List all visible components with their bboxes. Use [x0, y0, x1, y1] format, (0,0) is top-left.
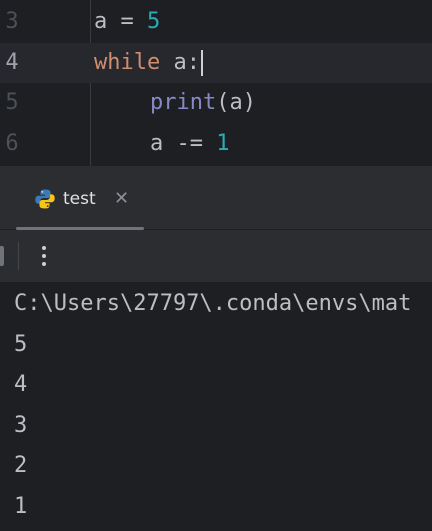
code-line[interactable]: 5 print(a)	[0, 83, 432, 123]
console-output-line: 3	[14, 413, 28, 438]
code-token: a:	[160, 50, 200, 75]
code-token: a -=	[150, 131, 217, 156]
ide-window: 3 a = 5 4 while a: 5 print(a) 6 a -= 1 t…	[0, 0, 432, 531]
console-output-line: 1	[14, 494, 28, 519]
number-literal: 1	[216, 131, 230, 156]
code-line[interactable]: 6 a -= 1	[0, 124, 432, 164]
toolbar-divider	[18, 242, 19, 270]
console-command-line: C:\Users\27797\.conda\envs\mat	[14, 291, 412, 316]
console-output-line: 4	[14, 372, 28, 397]
code-editor[interactable]: 3 a = 5 4 while a: 5 print(a) 6 a -= 1	[0, 0, 432, 166]
run-panel-tab-bar: test ✕	[0, 166, 432, 230]
code-text: a = 5	[94, 2, 160, 42]
toolbar-collapsed-strip[interactable]	[0, 246, 4, 266]
tab-label: test	[63, 189, 96, 209]
code-text: a -= 1	[150, 124, 229, 164]
python-icon	[35, 189, 55, 209]
console-toolbar	[0, 230, 432, 282]
code-line[interactable]: 3 a = 5	[0, 2, 432, 42]
line-number: 6	[5, 131, 19, 156]
code-text: while a:	[94, 43, 203, 83]
code-line-current[interactable]: 4 while a:	[0, 43, 432, 83]
line-number: 4	[5, 50, 19, 75]
line-number: 5	[5, 90, 19, 115]
more-vertical-icon[interactable]	[30, 242, 58, 270]
close-icon[interactable]: ✕	[114, 166, 129, 232]
keyword-token: while	[94, 50, 161, 75]
console-output[interactable]: C:\Users\27797\.conda\envs\mat 5 4 3 2 1	[0, 282, 432, 531]
console-output-line: 5	[14, 332, 28, 357]
code-text: print(a)	[150, 83, 256, 123]
builtin-token: print	[150, 90, 217, 115]
code-token: a =	[94, 9, 147, 34]
code-token: (a)	[216, 90, 256, 115]
text-caret	[200, 50, 203, 76]
number-literal: 5	[146, 9, 161, 34]
console-output-line: 2	[14, 453, 28, 478]
tab-test[interactable]: test ✕	[16, 166, 144, 230]
line-number: 3	[5, 9, 19, 34]
